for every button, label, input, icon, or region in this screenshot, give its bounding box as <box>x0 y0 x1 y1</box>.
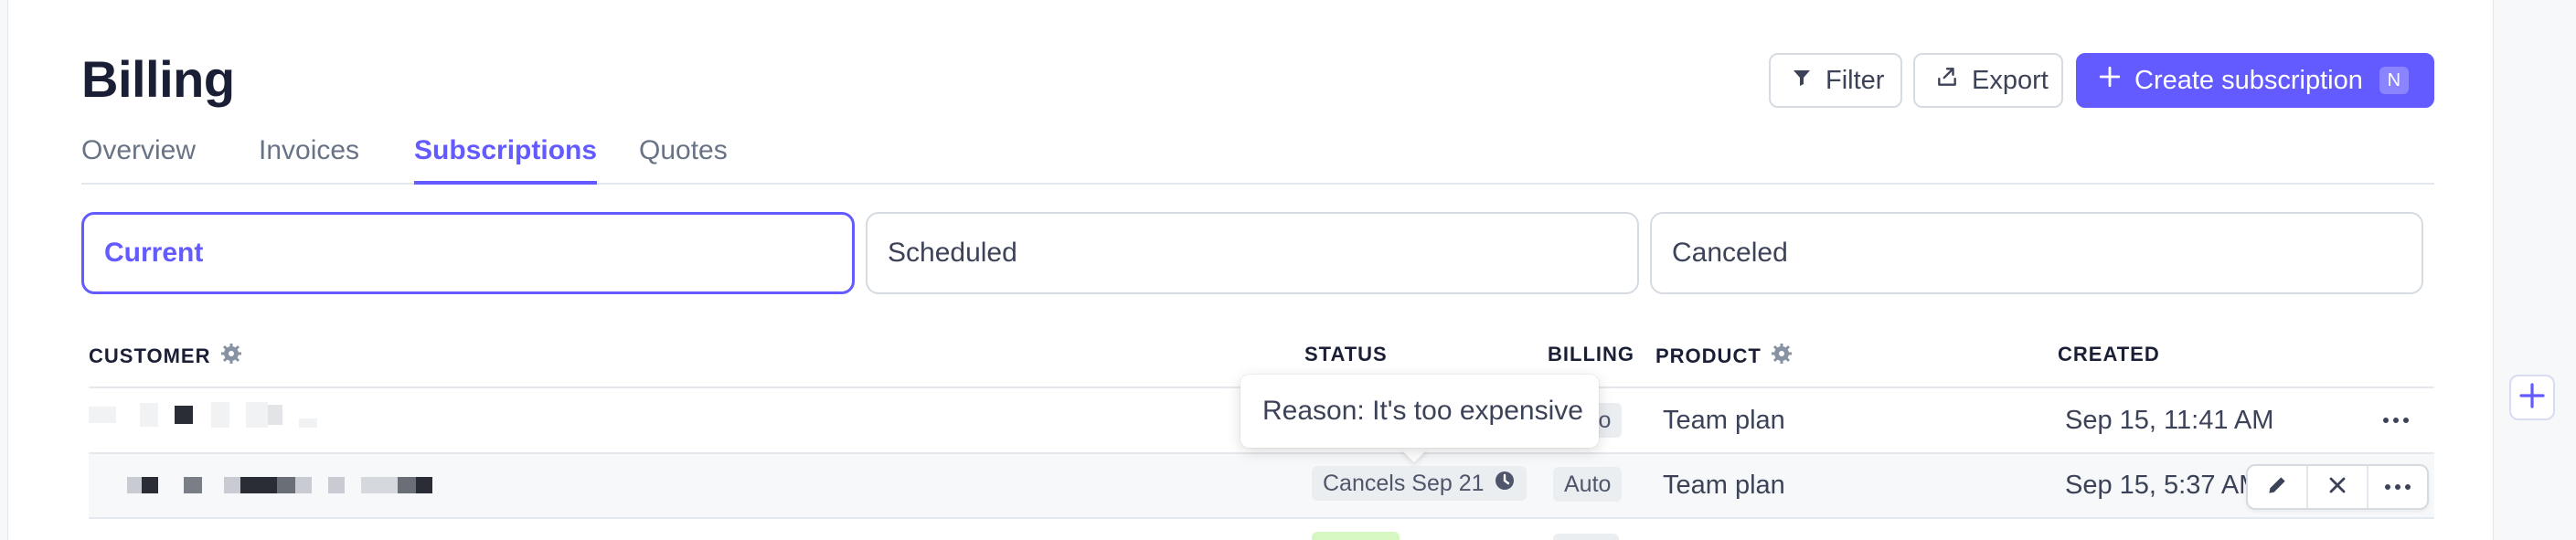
billing-panel: Billing Filter Export Create subscriptio… <box>7 0 2494 540</box>
customer-name-redacted[interactable] <box>89 402 317 428</box>
tab-subscriptions[interactable]: Subscriptions <box>414 135 598 185</box>
gear-icon[interactable] <box>1771 343 1793 370</box>
billing-badge <box>1553 534 1619 540</box>
created-cell: Sep 15, 11:41 AM <box>2065 406 2274 435</box>
column-header-customer-label: CUSTOMER <box>89 344 211 367</box>
keyboard-shortcut-badge: N <box>2379 67 2409 94</box>
clock-icon <box>1494 470 1516 498</box>
column-header-status-label: STATUS <box>1304 343 1388 365</box>
export-icon <box>1935 65 1959 96</box>
export-button-label: Export <box>1972 65 2049 95</box>
segment-canceled-label: Canceled <box>1672 238 1788 268</box>
create-subscription-button[interactable]: Create subscription N <box>2076 53 2434 108</box>
status-badge[interactable]: Cancels Sep 21 <box>1312 466 1527 501</box>
more-horizontal-icon[interactable] <box>2383 418 2409 423</box>
gear-icon[interactable] <box>220 343 242 370</box>
segment-scheduled-label: Scheduled <box>888 238 1017 268</box>
column-header-created-label: CREATED <box>2058 343 2160 365</box>
more-horizontal-icon <box>2385 484 2411 490</box>
segment-scheduled[interactable]: Scheduled <box>866 212 1639 294</box>
billing-tabs: Overview Invoices Subscriptions Quotes <box>81 135 2434 185</box>
edit-button[interactable] <box>2248 466 2308 508</box>
customer-name-redacted[interactable] <box>127 477 432 493</box>
create-subscription-label: Create subscription <box>2134 65 2363 95</box>
plus-icon <box>2098 65 2122 96</box>
tab-invoices[interactable]: Invoices <box>259 135 359 181</box>
page-title: Billing <box>81 50 235 108</box>
pencil-icon <box>2265 473 2289 502</box>
filter-icon <box>1791 66 1813 96</box>
tab-quotes[interactable]: Quotes <box>639 135 728 181</box>
filter-button-label: Filter <box>1826 65 1885 95</box>
segment-current-label: Current <box>104 238 204 268</box>
tab-overview[interactable]: Overview <box>81 135 196 181</box>
column-header-billing-label: BILLING <box>1548 343 1634 365</box>
export-button[interactable]: Export <box>1913 53 2063 108</box>
status-badge <box>1312 532 1400 540</box>
segment-current[interactable]: Current <box>81 212 855 294</box>
column-header-product: PRODUCT <box>1655 343 1793 370</box>
billing-value: Auto <box>1564 471 1612 497</box>
column-header-product-label: PRODUCT <box>1655 344 1762 367</box>
close-icon <box>2326 474 2348 501</box>
segment-canceled[interactable]: Canceled <box>1650 212 2423 294</box>
product-cell[interactable]: Team plan <box>1663 471 1785 501</box>
more-actions-button[interactable] <box>2368 466 2427 508</box>
right-rail <box>2496 0 2576 540</box>
column-header-created: CREATED <box>2058 343 2160 366</box>
plus-icon <box>2517 381 2547 415</box>
created-cell: Sep 15, 5:37 AM <box>2065 471 2262 500</box>
divider <box>89 517 2434 519</box>
add-button[interactable] <box>2509 375 2555 420</box>
column-header-billing: BILLING <box>1548 343 1634 366</box>
cancel-subscription-button[interactable] <box>2308 466 2368 508</box>
status-badge-label: Cancels Sep 21 <box>1323 470 1485 496</box>
tooltip-text: Reason: It's too expensive <box>1262 396 1583 426</box>
cancel-reason-tooltip: Reason: It's too expensive <box>1240 375 1599 448</box>
product-cell[interactable]: Team plan <box>1663 406 1785 436</box>
column-header-customer: CUSTOMER <box>89 343 242 370</box>
row-actions <box>2246 464 2429 510</box>
filter-button[interactable]: Filter <box>1769 53 1902 108</box>
billing-badge: Auto <box>1553 467 1623 502</box>
column-header-status: STATUS <box>1304 343 1388 366</box>
